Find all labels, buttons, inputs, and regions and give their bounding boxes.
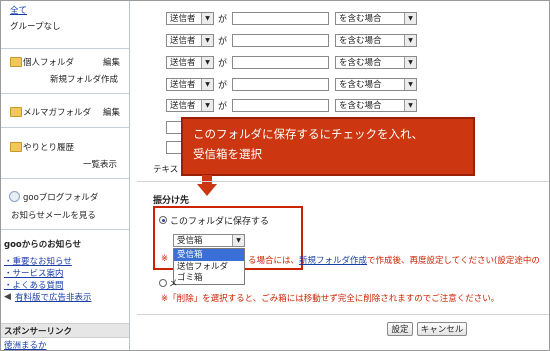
delete-label: メ (169, 279, 178, 289)
field-select-value: 送信者 (170, 36, 196, 46)
goo-news-title: gooからのお知らせ (4, 240, 82, 250)
notify-mail-link[interactable]: お知らせメールを見る (11, 209, 96, 221)
field-select-value: 送信者 (170, 101, 196, 111)
chevron-down-icon: ▼ (201, 57, 213, 68)
history-folder-icon (10, 142, 22, 152)
list-view-link[interactable]: 一覧表示 (83, 158, 117, 170)
save-folder-label: このフォルダに保存する (170, 217, 270, 227)
condition-select[interactable]: を含む場合 ▼ (335, 99, 417, 112)
chevron-down-icon: ▼ (404, 13, 416, 24)
note-text: る場合には、新規フォルダ作成で作成後、再度設定してください(設定途中の (248, 254, 540, 266)
news-item-faq[interactable]: ・よくある質問 (4, 279, 64, 291)
edit-link[interactable]: 編集 (103, 106, 120, 118)
condition-select-value: を含む場合 (339, 101, 382, 111)
chevron-down-icon: ▼ (404, 35, 416, 46)
callout-line-1: このフォルダに保存するにチェックを入れ、 (193, 127, 424, 141)
sidebar-item-all[interactable]: 全て (10, 4, 27, 16)
new-folder-create-link[interactable]: 新規フォルダ作成 (299, 256, 367, 266)
chevron-down-icon: ▼ (201, 79, 213, 90)
keyword-input[interactable] (232, 56, 329, 69)
keyword-input[interactable] (232, 12, 329, 25)
chevron-down-icon: ▼ (404, 100, 416, 111)
condition-select[interactable]: を含む場合 ▼ (335, 34, 417, 47)
sort-title: 振分け先 (153, 196, 190, 206)
edit-link[interactable]: 編集 (103, 56, 120, 68)
condition-select[interactable]: を含む場合 ▼ (335, 56, 417, 69)
sidebar-item-no-group[interactable]: グループなし (10, 20, 61, 32)
divider (1, 93, 129, 94)
sidebar-item-mailmag-folder[interactable]: メルマガフォルダ (23, 106, 91, 118)
sidebar-item-goo-blog[interactable]: gooブログフォルダ (23, 191, 98, 203)
news-item-service[interactable]: ・サービス案内 (4, 267, 64, 279)
chevron-down-icon: ▼ (201, 100, 213, 111)
dropdown-option-trash[interactable]: ゴミ箱 (174, 273, 244, 284)
sidebar-item-history[interactable]: やりとり履歴 (23, 141, 74, 153)
callout-line-2: 受信箱を選択 (193, 147, 262, 161)
divider (1, 178, 129, 179)
condition-select-value: を含む場合 (339, 14, 382, 24)
keyword-input[interactable] (232, 34, 329, 47)
save-folder-radio[interactable] (159, 216, 167, 224)
cancel-button[interactable]: キャンセル (417, 322, 467, 336)
field-select-value: 送信者 (170, 58, 196, 68)
sponsor-header: スポンサーリンク (1, 323, 129, 338)
chevron-down-icon: ▼ (201, 13, 213, 24)
divider (1, 48, 129, 49)
delete-radio[interactable] (159, 279, 167, 287)
speaker-icon: ◀ (4, 292, 11, 302)
arrow-down-icon (197, 175, 217, 196)
dropdown-option-inbox[interactable]: 受信箱 (174, 249, 244, 261)
sidebar-item-personal-folder[interactable]: 個人フォルダ (23, 56, 74, 68)
delete-warning: ※「削除」を選択すると、ごみ箱には移動せず完全に削除されますのでご注意ください。 (161, 294, 500, 304)
note-text-suffix: で作成後、再度設定してください(設定途中の (367, 256, 540, 266)
ga-label: が (218, 102, 228, 112)
text-label: テキス (153, 165, 179, 175)
keyword-input[interactable] (232, 99, 329, 112)
ga-label: が (218, 15, 228, 25)
save-button[interactable]: 設定 (387, 322, 413, 336)
dropdown-option-sent[interactable]: 送信フォルダ (174, 261, 244, 273)
note-text-mid: る場合には、 (248, 256, 300, 266)
chevron-down-icon: ▼ (232, 235, 244, 246)
field-select-value: 送信者 (170, 80, 196, 90)
keyword-input[interactable] (232, 78, 329, 91)
new-folder-link[interactable]: 新規フォルダ作成 (50, 73, 118, 85)
footer-divider (137, 314, 549, 315)
folder-select[interactable]: 受信箱 ▼ (173, 234, 245, 247)
field-select[interactable]: 送信者 ▼ (166, 99, 214, 112)
folder-icon (10, 107, 22, 117)
folder-dropdown-list: 受信箱 送信フォルダ ゴミ箱 (173, 248, 245, 285)
divider (1, 127, 129, 128)
goo-blog-icon (9, 191, 20, 202)
ga-label: が (218, 37, 228, 47)
condition-select-value: を含む場合 (339, 80, 382, 90)
chevron-down-icon: ▼ (201, 35, 213, 46)
note-marker: ※ (161, 254, 169, 264)
sponsor-title: スポンサーリンク (4, 327, 73, 337)
field-select[interactable]: 送信者 ▼ (166, 78, 214, 91)
news-item-important[interactable]: ・重要なお知らせ (4, 255, 72, 267)
divider (1, 229, 129, 230)
field-select-value: 送信者 (170, 14, 196, 24)
sponsor-link[interactable]: 徳洲まるか (4, 339, 47, 350)
field-select[interactable]: 送信者 ▼ (166, 56, 214, 69)
field-select[interactable]: 送信者 ▼ (166, 12, 214, 25)
ga-label: が (218, 81, 228, 91)
section-divider (137, 181, 549, 182)
folder-select-value: 受信箱 (177, 236, 203, 246)
ga-label: が (218, 59, 228, 69)
instruction-callout: このフォルダに保存するにチェックを入れ、 受信箱を選択 (181, 117, 475, 176)
app-frame: 全て グループなし 個人フォルダ 編集 新規フォルダ作成 メルマガフォルダ 編集… (0, 0, 550, 351)
chevron-down-icon: ▼ (404, 57, 416, 68)
folder-icon (10, 57, 22, 67)
condition-select[interactable]: を含む場合 ▼ (335, 78, 417, 91)
condition-select[interactable]: を含む場合 ▼ (335, 12, 417, 25)
condition-select-value: を含む場合 (339, 36, 382, 46)
paid-ad-link[interactable]: 有料版で広告非表示 (15, 291, 92, 303)
chevron-down-icon: ▼ (404, 79, 416, 90)
sidebar: 全て グループなし 個人フォルダ 編集 新規フォルダ作成 メルマガフォルダ 編集… (1, 1, 130, 350)
condition-select-value: を含む場合 (339, 58, 382, 68)
field-select[interactable]: 送信者 ▼ (166, 34, 214, 47)
